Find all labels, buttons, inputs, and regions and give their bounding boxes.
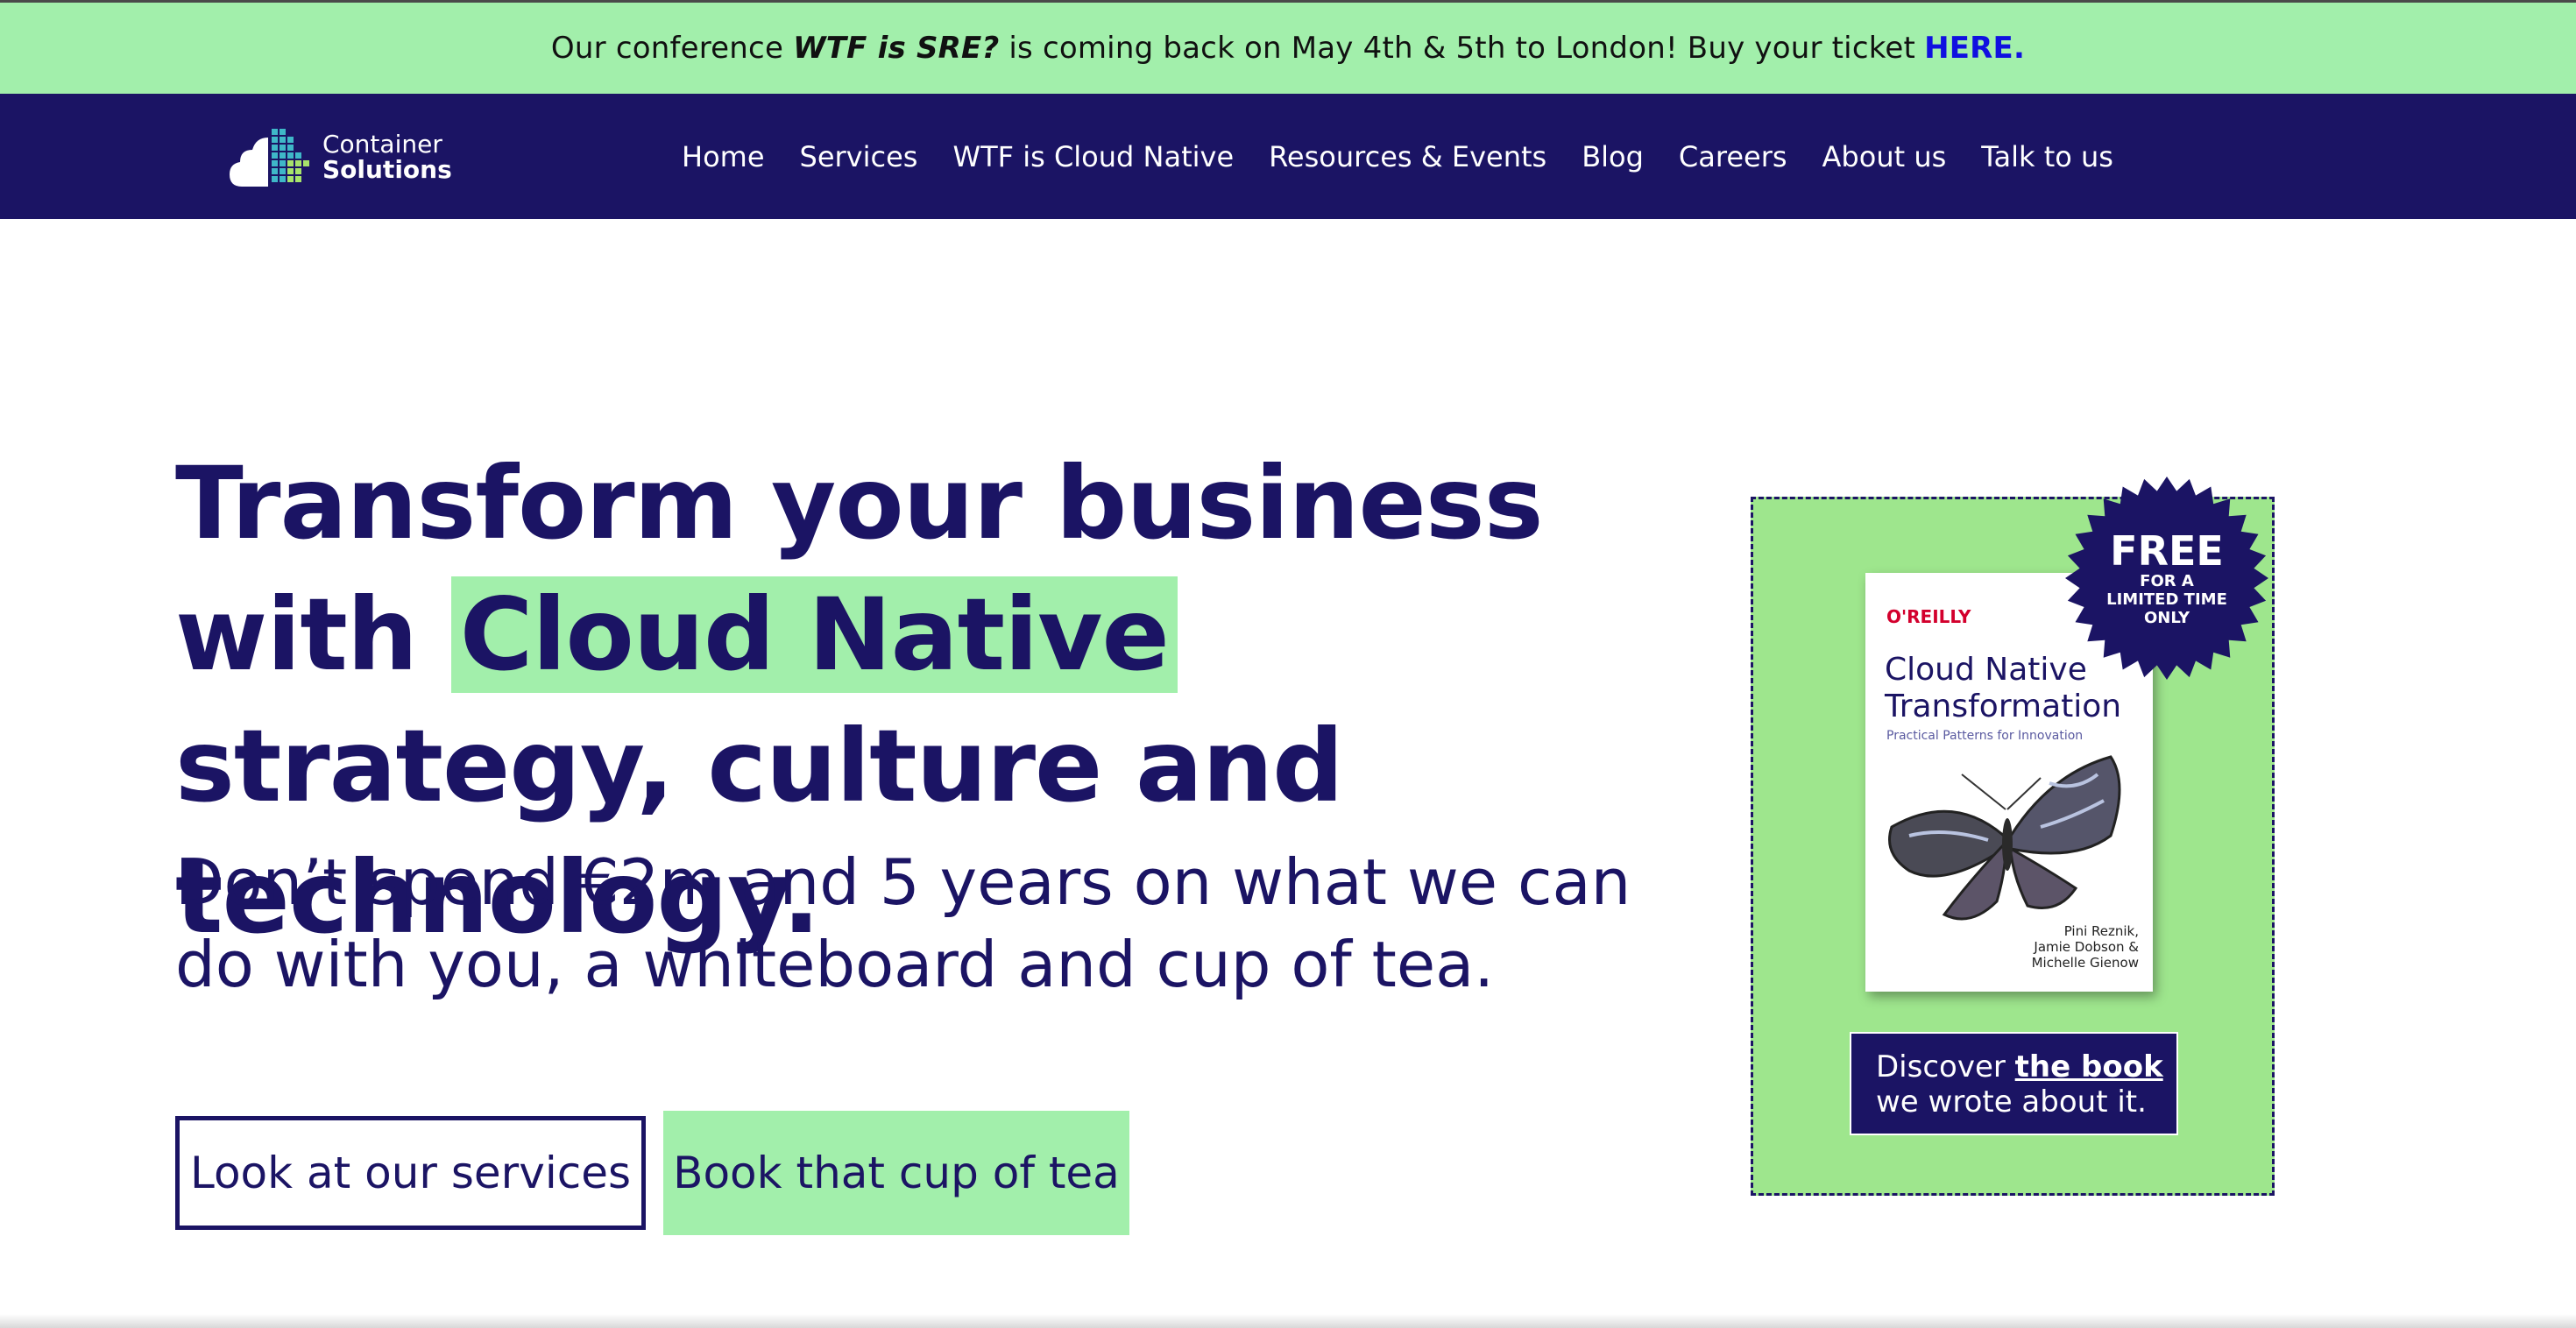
- nav-item-blog[interactable]: Blog: [1582, 140, 1644, 173]
- cloud-logo-icon: [230, 129, 309, 187]
- badge-free-text: FREE: [2110, 526, 2224, 575]
- announcement-bar: Our conference WTF is SRE? is coming bac…: [0, 0, 2576, 94]
- bottom-edge: [0, 1314, 2576, 1328]
- book-tea-button[interactable]: Book that cup of tea: [663, 1111, 1129, 1235]
- nav-item-resources-events[interactable]: Resources & Events: [1269, 140, 1546, 173]
- free-badge: FREE FOR A LIMITED TIME ONLY: [2062, 473, 2272, 683]
- nav-item-wtf-is-cloud-native[interactable]: WTF is Cloud Native: [952, 140, 1234, 173]
- logo[interactable]: Container Solutions: [230, 120, 452, 194]
- nav-item-talk-to-us[interactable]: Talk to us: [1981, 140, 2113, 173]
- announcement-event-name: WTF is SRE?: [793, 31, 1000, 66]
- announcement-ticket-link[interactable]: HERE.: [1924, 31, 2025, 66]
- nav-item-about-us[interactable]: About us: [1822, 140, 1947, 173]
- services-button[interactable]: Look at our services: [175, 1116, 646, 1230]
- hero-title-highlight: Cloud Native: [450, 576, 1178, 693]
- hero-subtitle: Don’t spend €2m and 5 years on what we c…: [175, 845, 1631, 1001]
- discover-book-bold: the book: [2014, 1049, 2163, 1084]
- announcement-suffix: is coming back on May 4th & 5th to Londo…: [999, 31, 1916, 66]
- book-authors: Pini Reznik, Jamie Dobson & Michelle Gie…: [2031, 923, 2139, 971]
- book-publisher: O'REILLY: [1886, 606, 1971, 627]
- announcement-prefix: Our conference: [550, 31, 794, 66]
- nav-menu: Home Services WTF is Cloud Native Resour…: [682, 94, 2113, 219]
- butterfly-icon: [1888, 755, 2121, 921]
- nav-item-home[interactable]: Home: [682, 140, 765, 173]
- discover-prefix: Discover: [1876, 1049, 2015, 1084]
- logo-line1: Container: [322, 129, 442, 159]
- book-promo[interactable]: O'REILLY Cloud Native Transformation Pra…: [1751, 477, 2275, 1196]
- nav-item-careers[interactable]: Careers: [1679, 140, 1787, 173]
- discover-book-link[interactable]: Discover the book we wrote about it.: [1850, 1032, 2178, 1135]
- discover-suffix: we wrote about it.: [1876, 1084, 2147, 1120]
- logo-line2: Solutions: [322, 155, 452, 184]
- badge-limited-text: FOR A LIMITED TIME ONLY: [2106, 571, 2227, 627]
- logo-wordmark: Container Solutions: [322, 129, 452, 184]
- nav-item-services[interactable]: Services: [800, 140, 918, 173]
- main-nav: Container Solutions Home Services WTF is…: [0, 94, 2576, 219]
